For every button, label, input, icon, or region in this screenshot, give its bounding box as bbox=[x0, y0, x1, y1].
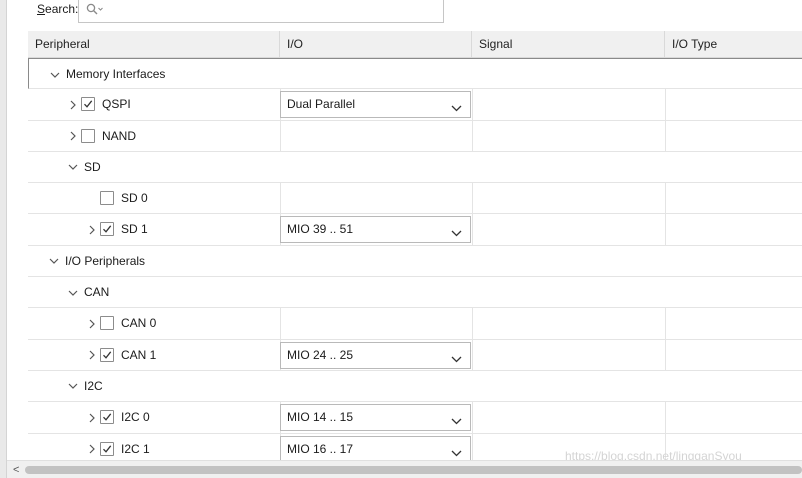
chevron-right-icon[interactable] bbox=[67, 121, 79, 152]
chevron-down-icon[interactable] bbox=[451, 101, 462, 115]
peripheral-label: QSPI bbox=[102, 97, 131, 112]
scroll-left-arrow-icon[interactable]: < bbox=[13, 464, 19, 476]
io-select[interactable]: MIO 24 .. 25 bbox=[280, 341, 471, 369]
chevron-down-icon[interactable] bbox=[48, 246, 60, 277]
io-select-value: Dual Parallel bbox=[287, 97, 356, 112]
enable-checkbox[interactable] bbox=[100, 222, 114, 237]
table-row[interactable]: QSPI Dual Parallel bbox=[28, 89, 802, 121]
column-divider bbox=[665, 214, 666, 245]
enable-checkbox[interactable] bbox=[100, 191, 114, 206]
table-row[interactable]: NAND bbox=[28, 120, 802, 152]
peripheral-label: CAN 1 bbox=[121, 347, 157, 362]
group-row[interactable]: Memory Interfaces bbox=[28, 58, 802, 90]
io-select-value: MIO 16 .. 17 bbox=[287, 441, 354, 456]
table-row[interactable]: I2C 0 MIO 14 .. 15 bbox=[28, 402, 802, 434]
column-header-io[interactable]: I/O bbox=[280, 31, 472, 58]
table-row[interactable]: CAN 0 bbox=[28, 308, 802, 340]
column-header-peripheral[interactable]: Peripheral bbox=[28, 31, 280, 58]
window-left-edge bbox=[0, 0, 7, 478]
table-row[interactable]: SD 1 MIO 39 .. 51 bbox=[28, 214, 802, 246]
chevron-right-icon[interactable] bbox=[86, 402, 98, 433]
chevron-right-icon[interactable] bbox=[67, 89, 79, 120]
enable-checkbox[interactable] bbox=[81, 97, 95, 112]
search-label: Search: bbox=[37, 2, 79, 16]
horizontal-scrollbar[interactable]: < bbox=[7, 460, 802, 478]
table-row[interactable]: CAN 1 MIO 24 .. 25 bbox=[28, 339, 802, 371]
group-row[interactable]: CAN bbox=[28, 277, 802, 309]
enable-checkbox[interactable] bbox=[100, 316, 114, 331]
chevron-right-icon[interactable] bbox=[86, 308, 98, 339]
chevron-down-icon[interactable] bbox=[451, 352, 462, 366]
io-select[interactable]: Dual Parallel bbox=[280, 91, 471, 119]
column-divider bbox=[665, 183, 666, 214]
column-divider bbox=[472, 308, 473, 339]
search-input[interactable] bbox=[78, 0, 444, 23]
column-divider bbox=[665, 308, 666, 339]
chevron-down-icon[interactable] bbox=[451, 446, 462, 460]
peripheral-label: SD 0 bbox=[121, 191, 148, 206]
group-label: I2C bbox=[84, 378, 103, 393]
column-divider bbox=[472, 339, 473, 370]
group-label: I/O Peripherals bbox=[65, 253, 146, 268]
column-divider bbox=[472, 214, 473, 245]
io-select-value: MIO 24 .. 25 bbox=[287, 347, 354, 362]
column-header-signal[interactable]: Signal bbox=[472, 31, 665, 58]
scrollbar-thumb[interactable] bbox=[25, 466, 802, 474]
column-divider bbox=[280, 308, 281, 339]
column-divider bbox=[665, 120, 666, 151]
column-divider bbox=[472, 183, 473, 214]
table-row[interactable]: SD 0 bbox=[28, 183, 802, 215]
peripheral-label: I2C 0 bbox=[121, 410, 150, 425]
table-header: Peripheral I/O Signal I/O Type bbox=[28, 31, 802, 58]
io-select[interactable]: MIO 39 .. 51 bbox=[280, 216, 471, 244]
enable-checkbox[interactable] bbox=[81, 128, 95, 143]
chevron-down-icon[interactable] bbox=[49, 59, 61, 90]
chevron-down-icon[interactable] bbox=[67, 277, 79, 308]
io-select-value: MIO 39 .. 51 bbox=[287, 222, 354, 237]
group-row[interactable]: I/O Peripherals bbox=[28, 245, 802, 278]
chevron-down-icon[interactable] bbox=[451, 414, 462, 428]
column-divider bbox=[665, 89, 666, 120]
peripheral-label: SD 1 bbox=[121, 222, 148, 237]
io-select[interactable]: MIO 16 .. 17 bbox=[280, 435, 471, 463]
search-icon[interactable] bbox=[86, 3, 103, 17]
io-select[interactable]: MIO 14 .. 15 bbox=[280, 404, 471, 432]
column-divider bbox=[280, 183, 281, 214]
column-divider bbox=[472, 120, 473, 151]
chevron-right-icon[interactable] bbox=[86, 214, 98, 245]
enable-checkbox[interactable] bbox=[100, 347, 114, 362]
enable-checkbox[interactable] bbox=[100, 410, 114, 425]
chevron-down-icon[interactable] bbox=[67, 371, 79, 402]
search-toolbar: Search: bbox=[7, 0, 802, 30]
column-divider bbox=[472, 89, 473, 120]
chevron-down-icon[interactable] bbox=[67, 152, 79, 183]
column-divider bbox=[472, 402, 473, 433]
group-row[interactable]: I2C bbox=[28, 370, 802, 403]
enable-checkbox[interactable] bbox=[100, 441, 114, 456]
column-divider bbox=[665, 339, 666, 370]
column-header-io-type[interactable]: I/O Type bbox=[665, 31, 802, 58]
peripheral-label: NAND bbox=[102, 128, 137, 143]
group-label: CAN bbox=[84, 285, 110, 300]
io-select-value: MIO 14 .. 15 bbox=[287, 410, 354, 425]
column-divider bbox=[280, 120, 281, 151]
group-row[interactable]: SD bbox=[28, 151, 802, 184]
column-divider bbox=[665, 402, 666, 433]
peripheral-tree-table: Memory Interfaces QSPI Dual Parallel NAND SD… bbox=[28, 58, 802, 465]
chevron-right-icon[interactable] bbox=[86, 340, 98, 371]
group-label: SD bbox=[84, 159, 101, 174]
group-label: Memory Interfaces bbox=[66, 67, 166, 81]
chevron-down-icon[interactable] bbox=[451, 226, 462, 240]
peripheral-label: CAN 0 bbox=[121, 316, 157, 331]
